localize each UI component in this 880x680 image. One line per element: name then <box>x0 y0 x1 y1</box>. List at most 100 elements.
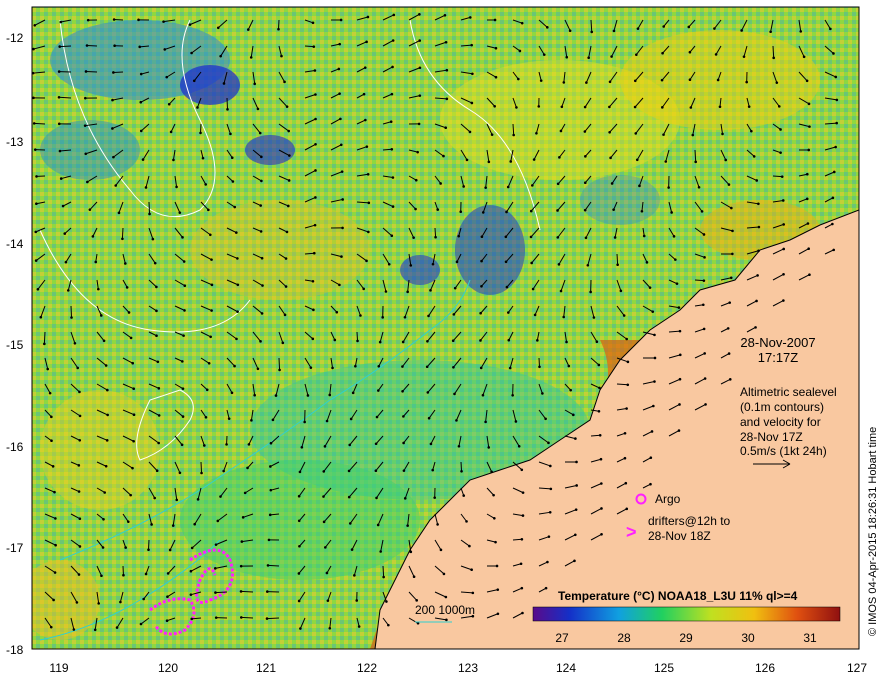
velocity-arrow-head <box>496 588 500 591</box>
velocity-arrow-head <box>253 393 256 397</box>
velocity-arrow-head <box>243 491 247 495</box>
velocity-arrow-head <box>544 586 548 590</box>
velocity-arrow-head <box>76 366 80 370</box>
velocity-arrow-head <box>171 524 175 527</box>
velocity-arrow-head <box>203 444 206 447</box>
velocity-arrow-head <box>309 366 313 369</box>
lon-axis: 119 120 121 122 123 124 125 126 127 <box>49 661 867 675</box>
velocity-arrow-head <box>111 98 114 102</box>
velocity-arrow-head <box>339 117 342 121</box>
velocity-arrow-head <box>626 360 630 364</box>
velocity-arrow-head <box>339 18 343 22</box>
velocity-arrow-head <box>718 105 722 109</box>
velocity-arrow-head <box>412 236 415 239</box>
velocity-arrow-head <box>634 53 638 57</box>
velocity-arrow-head <box>756 274 759 277</box>
velocity-arrow-head <box>401 340 405 344</box>
velocity-arrow-head <box>775 81 779 84</box>
velocity-arrow-head <box>687 25 691 29</box>
velocity-arrow-head <box>462 185 465 188</box>
velocity-arrow-head <box>280 54 283 58</box>
velocity-arrow-head <box>538 365 541 369</box>
velocity-arrow-head <box>287 129 291 133</box>
velocity-arrow-head <box>674 258 677 261</box>
velocity-arrow-head <box>624 481 628 485</box>
velocity-arrow-head <box>515 106 518 109</box>
velocity-arrow-head <box>58 45 62 48</box>
velocity-arrow-head <box>583 208 587 212</box>
velocity-arrow-head <box>374 442 378 446</box>
velocity-arrow-head <box>612 208 615 211</box>
velocity-arrow-head <box>401 365 404 368</box>
velocity-arrow-head <box>731 229 734 233</box>
velocity-arrow-head <box>33 23 37 27</box>
velocity-arrow-head <box>207 208 210 212</box>
velocity-arrow-head <box>480 235 484 239</box>
velocity-arrow-head <box>85 44 89 47</box>
velocity-arrow-head <box>713 27 716 30</box>
velocity-arrow-head <box>260 155 263 159</box>
velocity-arrow-head <box>284 257 288 260</box>
velocity-arrow-head <box>339 143 343 147</box>
velocity-arrow-head <box>132 413 136 417</box>
velocity-arrow-head <box>269 488 273 492</box>
velocity-arrow-head <box>36 287 40 291</box>
velocity-arrow-head <box>75 601 79 604</box>
colorbar-ramp <box>532 606 841 622</box>
velocity-arrow-head <box>126 520 130 523</box>
velocity-arrow-head <box>78 439 82 442</box>
velocity-arrow-head <box>77 490 81 493</box>
velocity-arrow-head <box>651 310 655 313</box>
sealevel-line: 0.5m/s (1kt 24h) <box>740 444 827 458</box>
velocity-arrow-head <box>183 309 186 312</box>
velocity-arrow-head <box>622 314 626 317</box>
velocity-arrow-head <box>131 361 135 365</box>
velocity-arrow-head <box>493 104 496 108</box>
velocity-arrow-head <box>504 235 508 239</box>
velocity-arrow-head <box>747 105 751 108</box>
velocity-arrow-head <box>155 469 159 473</box>
velocity-arrow-head <box>546 26 549 29</box>
velocity-arrow-head <box>300 446 304 449</box>
velocity-arrow-head <box>402 441 405 445</box>
velocity-arrow-head <box>583 181 587 185</box>
velocity-arrow-head <box>565 340 568 344</box>
velocity-arrow-head <box>312 308 315 312</box>
velocity-arrow-head <box>521 491 525 494</box>
velocity-arrow-head <box>600 482 603 485</box>
velocity-arrow-head <box>144 186 148 189</box>
velocity-arrow-head <box>354 364 357 368</box>
lat-tick: -18 <box>6 643 24 657</box>
velocity-arrow-head <box>536 339 539 342</box>
velocity-arrow-head <box>418 66 422 70</box>
velocity-arrow-head <box>338 92 341 95</box>
velocity-arrow-head <box>495 564 499 568</box>
velocity-arrow-head <box>834 145 837 149</box>
velocity-arrow-head <box>350 548 354 551</box>
velocity-arrow-head <box>256 367 260 371</box>
velocity-arrow-head <box>610 55 613 58</box>
velocity-arrow <box>772 175 783 178</box>
velocity-arrow-head <box>660 78 664 82</box>
velocity-arrow <box>267 564 280 567</box>
velocity-arrow-head <box>132 439 135 443</box>
velocity-arrow-head <box>322 495 325 498</box>
velocity-arrow-head <box>105 439 109 442</box>
velocity-arrow-head <box>141 158 145 161</box>
lat-tick: -16 <box>6 440 24 454</box>
velocity-arrow-head <box>688 78 692 82</box>
velocity-arrow-head <box>269 465 272 468</box>
velocity-arrow-head <box>521 514 525 517</box>
velocity-arrow-head <box>153 496 156 500</box>
velocity-arrow-head <box>157 441 160 445</box>
velocity-arrow-head <box>240 540 244 543</box>
velocity-arrow-head <box>625 407 628 410</box>
velocity-arrow-head <box>53 571 57 574</box>
velocity-arrow-head <box>43 342 46 346</box>
velocity-arrow-head <box>409 550 413 554</box>
velocity-arrow-head <box>268 513 272 517</box>
velocity-arrow-head <box>728 301 731 304</box>
velocity-arrow-head <box>548 511 552 514</box>
velocity-arrow-head <box>831 196 835 200</box>
velocity-arrow-head <box>406 290 409 294</box>
